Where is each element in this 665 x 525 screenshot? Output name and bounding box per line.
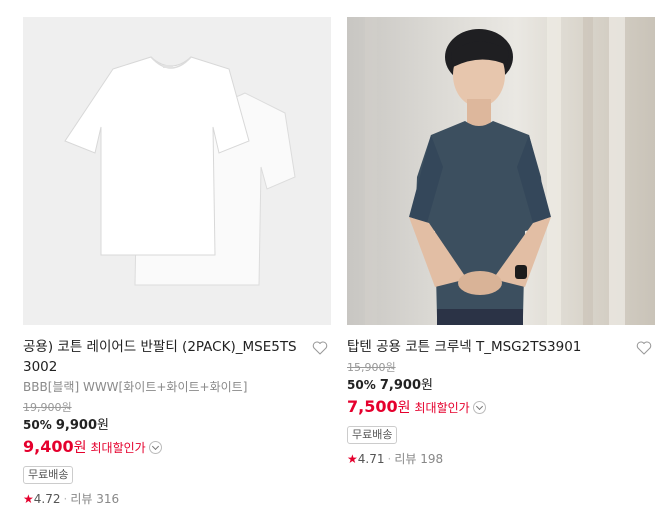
max-discount-unit: 원	[397, 400, 411, 416]
heart-icon[interactable]	[635, 339, 653, 357]
discount-percent: 50%	[23, 418, 52, 432]
max-discount-label: 최대할인가	[90, 441, 146, 455]
sale-price-unit: 원	[97, 418, 109, 433]
star-icon: ★	[347, 452, 358, 466]
rating-row: ★4.71 · 리뷰 198	[347, 449, 655, 469]
free-shipping-badge: 무료배송	[23, 466, 74, 484]
original-price: 15,900원	[347, 361, 396, 374]
max-discount-label: 최대할인가	[414, 401, 470, 415]
sale-price-unit: 원	[421, 378, 433, 393]
sale-price: 9,900	[55, 418, 97, 433]
sale-price: 7,900	[379, 378, 421, 393]
product-title[interactable]: 공용) 코튼 레이어드 반팔티 (2PACK)_MSE5TS3002	[23, 337, 331, 377]
review-count: 198	[420, 452, 444, 466]
max-discount-price: 7,500	[347, 397, 398, 416]
star-icon: ★	[23, 492, 34, 506]
two-pack-tshirt-illustration	[64, 56, 296, 286]
product-card[interactable]: 공용) 코튼 레이어드 반팔티 (2PACK)_MSE5TS3002 BBB[블…	[23, 17, 331, 509]
heart-icon[interactable]	[311, 339, 329, 357]
rating-value: 4.71	[357, 452, 385, 466]
product-option: BBB[블랙] WWW[화이트+화이트+화이트]	[23, 380, 248, 394]
rating-value: 4.72	[33, 492, 61, 506]
product-card[interactable]: 탑텐 공용 코튼 크루넥 T_MSG2TS3901 15,900원 50% 7,…	[347, 17, 655, 469]
chevron-down-icon[interactable]	[472, 401, 486, 414]
review-count: 316	[96, 492, 120, 506]
chevron-down-icon[interactable]	[148, 441, 162, 454]
product-title[interactable]: 탑텐 공용 코튼 크루넥 T_MSG2TS3901	[347, 337, 655, 357]
product-image[interactable]	[23, 17, 331, 325]
product-grid: 공용) 코튼 레이어드 반팔티 (2PACK)_MSE5TS3002 BBB[블…	[0, 0, 665, 525]
review-label: 리뷰	[394, 452, 417, 466]
max-discount-row: 7,500 원 최대할인가	[347, 395, 655, 420]
discount-percent: 50%	[347, 378, 376, 392]
free-shipping-badge: 무료배송	[347, 426, 398, 444]
sale-price-row: 50% 9,900원	[23, 416, 331, 435]
max-discount-row: 9,400 원 최대할인가	[23, 435, 331, 460]
max-discount-price: 9,400	[23, 437, 74, 456]
review-label: 리뷰	[70, 492, 93, 506]
rating-row: ★4.72 · 리뷰 316	[23, 489, 331, 509]
divider: ·	[63, 492, 68, 506]
sale-price-row: 50% 7,900원	[347, 376, 655, 395]
product-image[interactable]	[347, 17, 655, 325]
max-discount-unit: 원	[73, 440, 87, 456]
model-photo-illustration	[365, 17, 625, 325]
divider: ·	[387, 452, 392, 466]
original-price: 19,900원	[23, 401, 72, 414]
